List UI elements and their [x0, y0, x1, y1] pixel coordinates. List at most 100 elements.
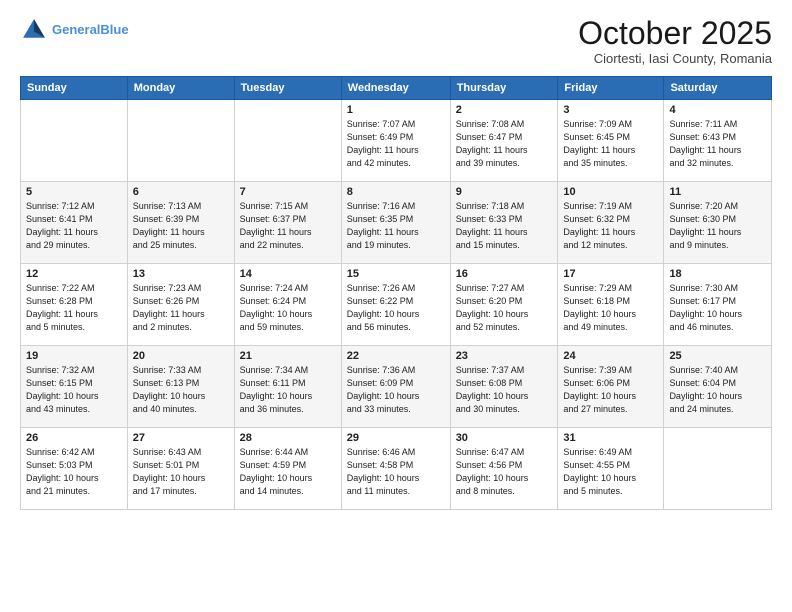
- calendar-week-row: 5Sunrise: 7:12 AM Sunset: 6:41 PM Daylig…: [21, 182, 772, 264]
- day-number: 8: [347, 186, 445, 198]
- day-number: 2: [456, 104, 553, 116]
- day-info: Sunrise: 7:30 AM Sunset: 6:17 PM Dayligh…: [669, 282, 766, 334]
- calendar-cell: 28 Sunrise: 6:44 AM Sunset: 4:59 PM Dayli…: [234, 428, 341, 510]
- day-number: 16: [456, 268, 553, 280]
- day-number: 25: [669, 350, 766, 362]
- day-info: Sunrise: 7:22 AM Sunset: 6:28 PM Dayligh…: [26, 282, 122, 334]
- calendar-cell: 5Sunrise: 7:12 AM Sunset: 6:41 PM Daylig…: [21, 182, 128, 264]
- day-info: Sunrise: 7:26 AM Sunset: 6:22 PM Dayligh…: [347, 282, 445, 334]
- calendar-cell: 16 Sunrise: 7:27 AM Sunset: 6:20 PM Dayli…: [450, 264, 558, 346]
- col-friday: Friday: [558, 77, 664, 100]
- day-number: 11: [669, 186, 766, 198]
- day-info: Sunrise: 7:15 AM Sunset: 6:37 PM Dayligh…: [240, 200, 336, 252]
- day-number: 24: [563, 350, 658, 362]
- calendar-cell: 22 Sunrise: 7:36 AM Sunset: 6:09 PM Dayli…: [341, 346, 450, 428]
- calendar-cell: 11 Sunrise: 7:20 AM Sunset: 6:30 PM Dayli…: [664, 182, 772, 264]
- day-number: 19: [26, 350, 122, 362]
- day-info: Sunrise: 7:20 AM Sunset: 6:30 PM Dayligh…: [669, 200, 766, 252]
- calendar-cell: 3Sunrise: 7:09 AM Sunset: 6:45 PM Daylig…: [558, 100, 664, 182]
- day-info: Sunrise: 6:47 AM Sunset: 4:56 PM Dayligh…: [456, 446, 553, 498]
- day-number: 9: [456, 186, 553, 198]
- day-info: Sunrise: 7:13 AM Sunset: 6:39 PM Dayligh…: [133, 200, 229, 252]
- calendar-cell: 17 Sunrise: 7:29 AM Sunset: 6:18 PM Dayli…: [558, 264, 664, 346]
- day-info: Sunrise: 7:29 AM Sunset: 6:18 PM Dayligh…: [563, 282, 658, 334]
- day-info: Sunrise: 7:33 AM Sunset: 6:13 PM Dayligh…: [133, 364, 229, 416]
- day-number: 12: [26, 268, 122, 280]
- logo-line1: General: [52, 22, 100, 37]
- day-number: 4: [669, 104, 766, 116]
- calendar-cell: 2 Sunrise: 7:08 AM Sunset: 6:47 PM Daylig…: [450, 100, 558, 182]
- day-number: 28: [240, 432, 336, 444]
- col-monday: Monday: [127, 77, 234, 100]
- calendar-cell: 10Sunrise: 7:19 AM Sunset: 6:32 PM Dayli…: [558, 182, 664, 264]
- calendar-week-row: 12 Sunrise: 7:22 AM Sunset: 6:28 PM Dayli…: [21, 264, 772, 346]
- calendar-cell: [234, 100, 341, 182]
- calendar-cell: 19 Sunrise: 7:32 AM Sunset: 6:15 PM Dayli…: [21, 346, 128, 428]
- calendar-cell: 20 Sunrise: 7:33 AM Sunset: 6:13 PM Dayli…: [127, 346, 234, 428]
- calendar-cell: 6 Sunrise: 7:13 AM Sunset: 6:39 PM Daylig…: [127, 182, 234, 264]
- day-number: 1: [347, 104, 445, 116]
- location-subtitle: Ciortesti, Iasi County, Romania: [578, 51, 772, 66]
- calendar-cell: 18 Sunrise: 7:30 AM Sunset: 6:17 PM Dayli…: [664, 264, 772, 346]
- day-number: 14: [240, 268, 336, 280]
- calendar-week-row: 19 Sunrise: 7:32 AM Sunset: 6:15 PM Dayli…: [21, 346, 772, 428]
- calendar-cell: [664, 428, 772, 510]
- day-number: 26: [26, 432, 122, 444]
- calendar-cell: 24 Sunrise: 7:39 AM Sunset: 6:06 PM Dayli…: [558, 346, 664, 428]
- day-info: Sunrise: 7:37 AM Sunset: 6:08 PM Dayligh…: [456, 364, 553, 416]
- calendar-cell: 15 Sunrise: 7:26 AM Sunset: 6:22 PM Dayli…: [341, 264, 450, 346]
- calendar-cell: 23 Sunrise: 7:37 AM Sunset: 6:08 PM Dayli…: [450, 346, 558, 428]
- day-info: Sunrise: 7:23 AM Sunset: 6:26 PM Dayligh…: [133, 282, 229, 334]
- calendar-cell: 29Sunrise: 6:46 AM Sunset: 4:58 PM Dayli…: [341, 428, 450, 510]
- calendar-cell: 1Sunrise: 7:07 AM Sunset: 6:49 PM Daylig…: [341, 100, 450, 182]
- page: GeneralBlue October 2025 Ciortesti, Iasi…: [0, 0, 792, 612]
- day-info: Sunrise: 7:11 AM Sunset: 6:43 PM Dayligh…: [669, 118, 766, 170]
- day-info: Sunrise: 6:49 AM Sunset: 4:55 PM Dayligh…: [563, 446, 658, 498]
- calendar-cell: [127, 100, 234, 182]
- day-number: 22: [347, 350, 445, 362]
- logo-icon: [20, 16, 48, 44]
- day-number: 5: [26, 186, 122, 198]
- day-info: Sunrise: 7:40 AM Sunset: 6:04 PM Dayligh…: [669, 364, 766, 416]
- day-number: 18: [669, 268, 766, 280]
- day-info: Sunrise: 7:32 AM Sunset: 6:15 PM Dayligh…: [26, 364, 122, 416]
- col-saturday: Saturday: [664, 77, 772, 100]
- day-info: Sunrise: 7:34 AM Sunset: 6:11 PM Dayligh…: [240, 364, 336, 416]
- calendar-cell: 26Sunrise: 6:42 AM Sunset: 5:03 PM Dayli…: [21, 428, 128, 510]
- day-info: Sunrise: 7:27 AM Sunset: 6:20 PM Dayligh…: [456, 282, 553, 334]
- day-info: Sunrise: 7:19 AM Sunset: 6:32 PM Dayligh…: [563, 200, 658, 252]
- col-tuesday: Tuesday: [234, 77, 341, 100]
- day-number: 6: [133, 186, 229, 198]
- day-number: 3: [563, 104, 658, 116]
- calendar-cell: 8 Sunrise: 7:16 AM Sunset: 6:35 PM Daylig…: [341, 182, 450, 264]
- col-thursday: Thursday: [450, 77, 558, 100]
- header: GeneralBlue October 2025 Ciortesti, Iasi…: [20, 16, 772, 66]
- day-info: Sunrise: 7:08 AM Sunset: 6:47 PM Dayligh…: [456, 118, 553, 170]
- calendar-cell: 30Sunrise: 6:47 AM Sunset: 4:56 PM Dayli…: [450, 428, 558, 510]
- day-info: Sunrise: 6:46 AM Sunset: 4:58 PM Dayligh…: [347, 446, 445, 498]
- logo: GeneralBlue: [20, 16, 129, 44]
- calendar-cell: 4 Sunrise: 7:11 AM Sunset: 6:43 PM Daylig…: [664, 100, 772, 182]
- calendar-header-row: Sunday Monday Tuesday Wednesday Thursday…: [21, 77, 772, 100]
- day-info: Sunrise: 6:44 AM Sunset: 4:59 PM Dayligh…: [240, 446, 336, 498]
- day-number: 23: [456, 350, 553, 362]
- day-number: 15: [347, 268, 445, 280]
- calendar-cell: 13Sunrise: 7:23 AM Sunset: 6:26 PM Dayli…: [127, 264, 234, 346]
- calendar-cell: [21, 100, 128, 182]
- logo-blue: Blue: [100, 22, 128, 37]
- calendar-cell: 27Sunrise: 6:43 AM Sunset: 5:01 PM Dayli…: [127, 428, 234, 510]
- day-info: Sunrise: 6:43 AM Sunset: 5:01 PM Dayligh…: [133, 446, 229, 498]
- day-info: Sunrise: 7:24 AM Sunset: 6:24 PM Dayligh…: [240, 282, 336, 334]
- day-number: 7: [240, 186, 336, 198]
- calendar-cell: 14 Sunrise: 7:24 AM Sunset: 6:24 PM Dayli…: [234, 264, 341, 346]
- col-sunday: Sunday: [21, 77, 128, 100]
- day-info: Sunrise: 7:18 AM Sunset: 6:33 PM Dayligh…: [456, 200, 553, 252]
- day-info: Sunrise: 7:36 AM Sunset: 6:09 PM Dayligh…: [347, 364, 445, 416]
- day-info: Sunrise: 7:39 AM Sunset: 6:06 PM Dayligh…: [563, 364, 658, 416]
- day-info: Sunrise: 7:16 AM Sunset: 6:35 PM Dayligh…: [347, 200, 445, 252]
- col-wednesday: Wednesday: [341, 77, 450, 100]
- day-number: 20: [133, 350, 229, 362]
- calendar-cell: 21Sunrise: 7:34 AM Sunset: 6:11 PM Dayli…: [234, 346, 341, 428]
- calendar-table: Sunday Monday Tuesday Wednesday Thursday…: [20, 76, 772, 510]
- day-number: 17: [563, 268, 658, 280]
